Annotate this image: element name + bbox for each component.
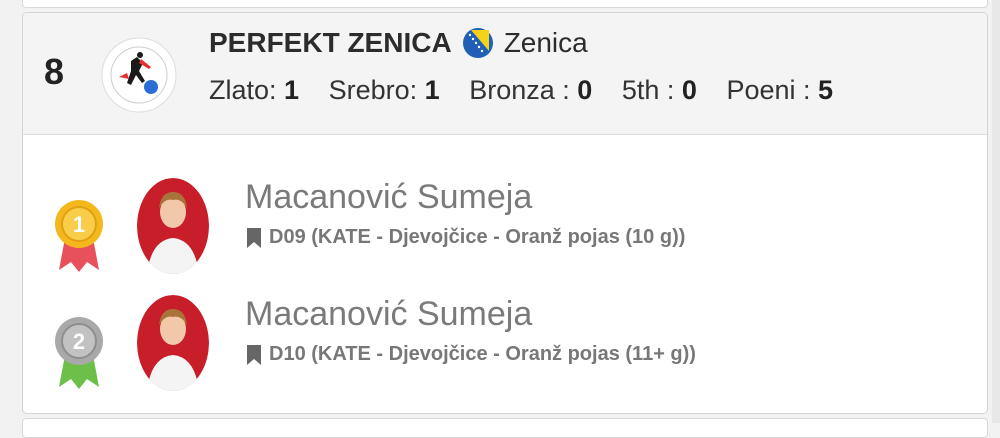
stat-gold: Zlato: 1 [209,75,300,105]
club-city: Zenica [503,27,588,58]
athlete-avatar [137,295,209,391]
club-name[interactable]: PERFEKT ZENICA [209,27,452,59]
bookmark-icon [247,227,261,248]
club-title-row: PERFEKT ZENICA Zenica [209,27,588,59]
category-label: D09 (KATE - Djevojčice - Oranž pojas (10… [245,226,685,249]
club-logo-icon [101,37,177,113]
previous-card-edge [22,0,988,8]
svg-text:2: 2 [73,329,85,354]
athlete-name[interactable]: Macanović Sumeja [245,178,532,217]
gold-medal-icon: 1 [55,200,103,272]
medal-stats: Zlato: 1 Srebro: 1 Bronza : 0 5th : 0 Po… [209,75,855,106]
athlete-name[interactable]: Macanović Sumeja [245,295,532,334]
category-text: D09 (KATE - Djevojčice - Oranž pojas (10… [269,226,686,248]
silver-medal-icon: 2 [55,317,103,389]
next-card-edge [22,418,988,438]
svg-text:1: 1 [73,212,85,237]
result-row[interactable]: 2 Macanović Sumeja D10 (KATE - Djevojčic… [23,295,987,395]
category-label: D10 (KATE - Djevojčice - Oranž pojas (11… [245,343,696,366]
scrollbar-track[interactable] [992,0,1000,423]
club-rank: 8 [44,51,65,92]
bookmark-icon [247,344,261,365]
result-row[interactable]: 1 Macanović Sumeja D09 (KATE - Djevojčic… [23,178,987,278]
bosnia-flag-icon [462,28,493,58]
category-text: D10 (KATE - Djevojčice - Oranž pojas (11… [269,343,696,365]
club-header[interactable]: 8 PERFEKT ZENICA Zenica Zlato: 1 Srebro:… [23,13,987,135]
athlete-avatar [137,178,209,274]
stat-points: Poeni : 5 [726,75,834,105]
stat-silver: Srebro: 1 [328,75,440,105]
club-card: 8 PERFEKT ZENICA Zenica Zlato: 1 Srebro:… [22,12,988,414]
stat-fifth: 5th : 0 [621,75,697,105]
stat-bronze: Bronza : 0 [469,75,593,105]
